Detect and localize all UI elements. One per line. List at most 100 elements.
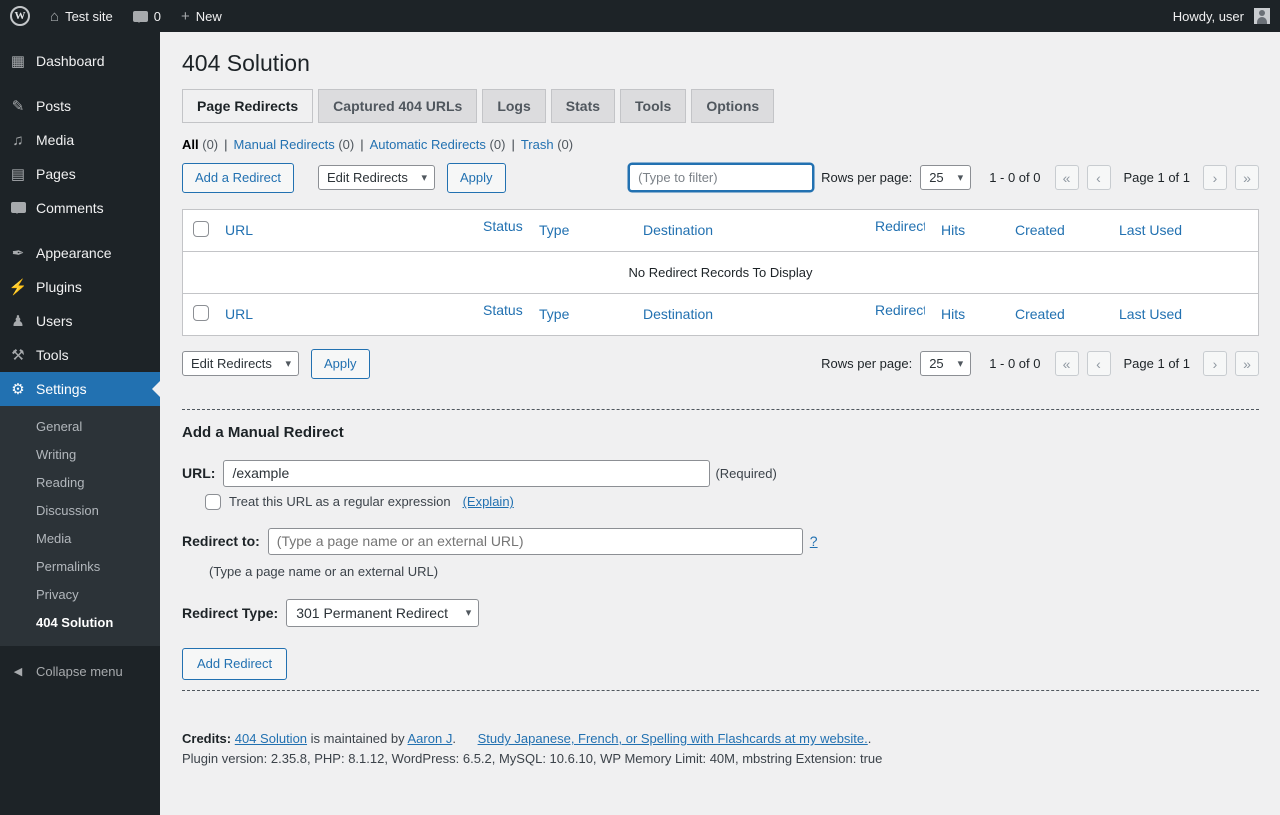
sidebar-item-label: Plugins [36, 279, 82, 295]
first-page-button-bottom[interactable]: « [1055, 351, 1079, 376]
redirect-type-label: Redirect Type: [182, 605, 278, 621]
rows-per-page-select-wrap-bottom: 25 ▾ [920, 351, 971, 376]
plugin-credits-link[interactable]: 404 Solution [235, 731, 307, 746]
tab-page-redirects[interactable]: Page Redirects [182, 89, 313, 123]
filter-automatic-redirects[interactable]: Automatic Redirects [370, 137, 486, 152]
apply-button[interactable]: Apply [447, 163, 506, 193]
table-footer-row: URL Status Type Destination Redirect Hit… [183, 293, 1259, 335]
table-header-row: URL Status Type Destination Redirect Hit… [183, 209, 1259, 251]
tab-stats[interactable]: Stats [551, 89, 615, 123]
sidebar-item-label: Media [36, 132, 74, 148]
sidebar-item-plugins[interactable]: ⚡ Plugins [0, 270, 160, 304]
first-page-button[interactable]: « [1055, 165, 1079, 190]
filter-input[interactable] [629, 164, 813, 191]
collapse-arrow-icon: ◀ [0, 665, 36, 678]
submenu-item-discussion[interactable]: Discussion [0, 497, 160, 525]
displaying-range: 1 - 0 of 0 [989, 170, 1040, 185]
sidebar-item-settings[interactable]: ⚙ Settings [0, 372, 160, 406]
last-page-button-bottom[interactable]: » [1235, 351, 1259, 376]
sort-url[interactable]: URL [225, 222, 253, 238]
author-link[interactable]: Aaron J [408, 731, 453, 746]
next-page-button[interactable]: › [1203, 165, 1227, 190]
sidebar-item-pages[interactable]: ▤ Pages [0, 157, 160, 191]
sort-destination-footer[interactable]: Destination [643, 306, 713, 322]
sort-status[interactable]: Status [483, 218, 523, 234]
sidebar-item-tools[interactable]: ⚒ Tools [0, 338, 160, 372]
submenu-item-general[interactable]: General [0, 413, 160, 441]
users-icon: ♟ [0, 312, 36, 330]
filter-separator: | [224, 137, 227, 152]
sidebar-item-appearance[interactable]: ✒ Appearance [0, 236, 160, 270]
filter-trash-count: (0) [557, 137, 573, 152]
sort-last-used-footer[interactable]: Last Used [1119, 306, 1182, 322]
url-label: URL: [182, 465, 215, 481]
sidebar-item-dashboard[interactable]: ▦ Dashboard [0, 44, 160, 78]
sort-url-footer[interactable]: URL [225, 306, 253, 322]
my-account-link[interactable]: Howdy, user [1163, 0, 1280, 32]
filter-trash[interactable]: Trash [521, 137, 554, 152]
form-heading: Add a Manual Redirect [182, 424, 1259, 441]
submenu-item-reading[interactable]: Reading [0, 469, 160, 497]
sort-redirect-footer[interactable]: Redirect [875, 302, 925, 318]
submenu-item-privacy[interactable]: Privacy [0, 581, 160, 609]
bulk-action-select-wrap: Edit Redirects ▾ [318, 165, 435, 190]
last-page-button[interactable]: » [1235, 165, 1259, 190]
credits-label: Credits: [182, 731, 231, 746]
filter-manual-redirects[interactable]: Manual Redirects [234, 137, 335, 152]
select-all-checkbox[interactable] [193, 221, 209, 237]
tab-tools[interactable]: Tools [620, 89, 686, 123]
settings-submenu: General Writing Reading Discussion Media… [0, 406, 160, 646]
redirects-table: URL Status Type Destination Redirect Hit… [182, 209, 1259, 336]
filter-all[interactable]: All [182, 137, 199, 152]
select-all-checkbox-footer[interactable] [193, 305, 209, 321]
sidebar-item-label: Dashboard [36, 53, 105, 69]
submenu-item-writing[interactable]: Writing [0, 441, 160, 469]
prev-page-button[interactable]: ‹ [1087, 165, 1111, 190]
add-a-redirect-button[interactable]: Add a Redirect [182, 163, 294, 193]
prev-page-button-bottom[interactable]: ‹ [1087, 351, 1111, 376]
help-link[interactable]: ? [810, 533, 818, 549]
sort-hits-footer[interactable]: Hits [941, 306, 965, 322]
submenu-item-media[interactable]: Media [0, 525, 160, 553]
rows-per-page-select-bottom[interactable]: 25 [920, 351, 971, 376]
sort-status-footer[interactable]: Status [483, 302, 523, 318]
sidebar-item-comments[interactable]: Comments [0, 191, 160, 225]
add-redirect-submit-button[interactable]: Add Redirect [182, 648, 287, 680]
sidebar-item-media[interactable]: ♫ Media [0, 123, 160, 157]
tab-logs[interactable]: Logs [482, 89, 545, 123]
tab-options[interactable]: Options [691, 89, 774, 123]
comment-count: 0 [154, 9, 161, 24]
explain-link[interactable]: (Explain) [463, 494, 514, 509]
filter-links: All (0) | Manual Redirects (0) | Automat… [182, 137, 1259, 152]
submenu-item-404-solution[interactable]: 404 Solution [0, 609, 160, 637]
wordpress-menu-button[interactable]: W [0, 0, 40, 32]
regex-checkbox[interactable] [205, 494, 221, 510]
next-page-button-bottom[interactable]: › [1203, 351, 1227, 376]
redirect-type-select[interactable]: 301 Permanent Redirect [286, 599, 479, 627]
sidebar-item-posts[interactable]: ✎ Posts [0, 89, 160, 123]
author-website-link[interactable]: Study Japanese, French, or Spelling with… [478, 731, 868, 746]
sort-created[interactable]: Created [1015, 222, 1065, 238]
rows-per-page-select[interactable]: 25 [920, 165, 971, 190]
sidebar-item-users[interactable]: ♟ Users [0, 304, 160, 338]
sort-type-footer[interactable]: Type [539, 306, 569, 322]
redirect-to-field[interactable] [268, 528, 803, 555]
sort-type[interactable]: Type [539, 222, 569, 238]
sort-destination[interactable]: Destination [643, 222, 713, 238]
site-name-link[interactable]: ⌂ Test site [40, 0, 123, 32]
bulk-action-select-bottom[interactable]: Edit Redirects [182, 351, 299, 376]
collapse-menu-button[interactable]: ◀ Collapse menu [0, 654, 160, 688]
submenu-item-permalinks[interactable]: Permalinks [0, 553, 160, 581]
sort-last-used[interactable]: Last Used [1119, 222, 1182, 238]
user-avatar [1254, 8, 1270, 24]
bulk-action-select[interactable]: Edit Redirects [318, 165, 435, 190]
comments-shortcut-link[interactable]: 0 [123, 0, 171, 32]
apply-button-bottom[interactable]: Apply [311, 349, 370, 379]
new-label: New [196, 9, 222, 24]
sort-hits[interactable]: Hits [941, 222, 965, 238]
tab-captured-404-urls[interactable]: Captured 404 URLs [318, 89, 477, 123]
sort-redirect[interactable]: Redirect [875, 218, 925, 234]
new-content-link[interactable]: + New [171, 0, 232, 32]
url-field[interactable] [223, 460, 710, 487]
sort-created-footer[interactable]: Created [1015, 306, 1065, 322]
